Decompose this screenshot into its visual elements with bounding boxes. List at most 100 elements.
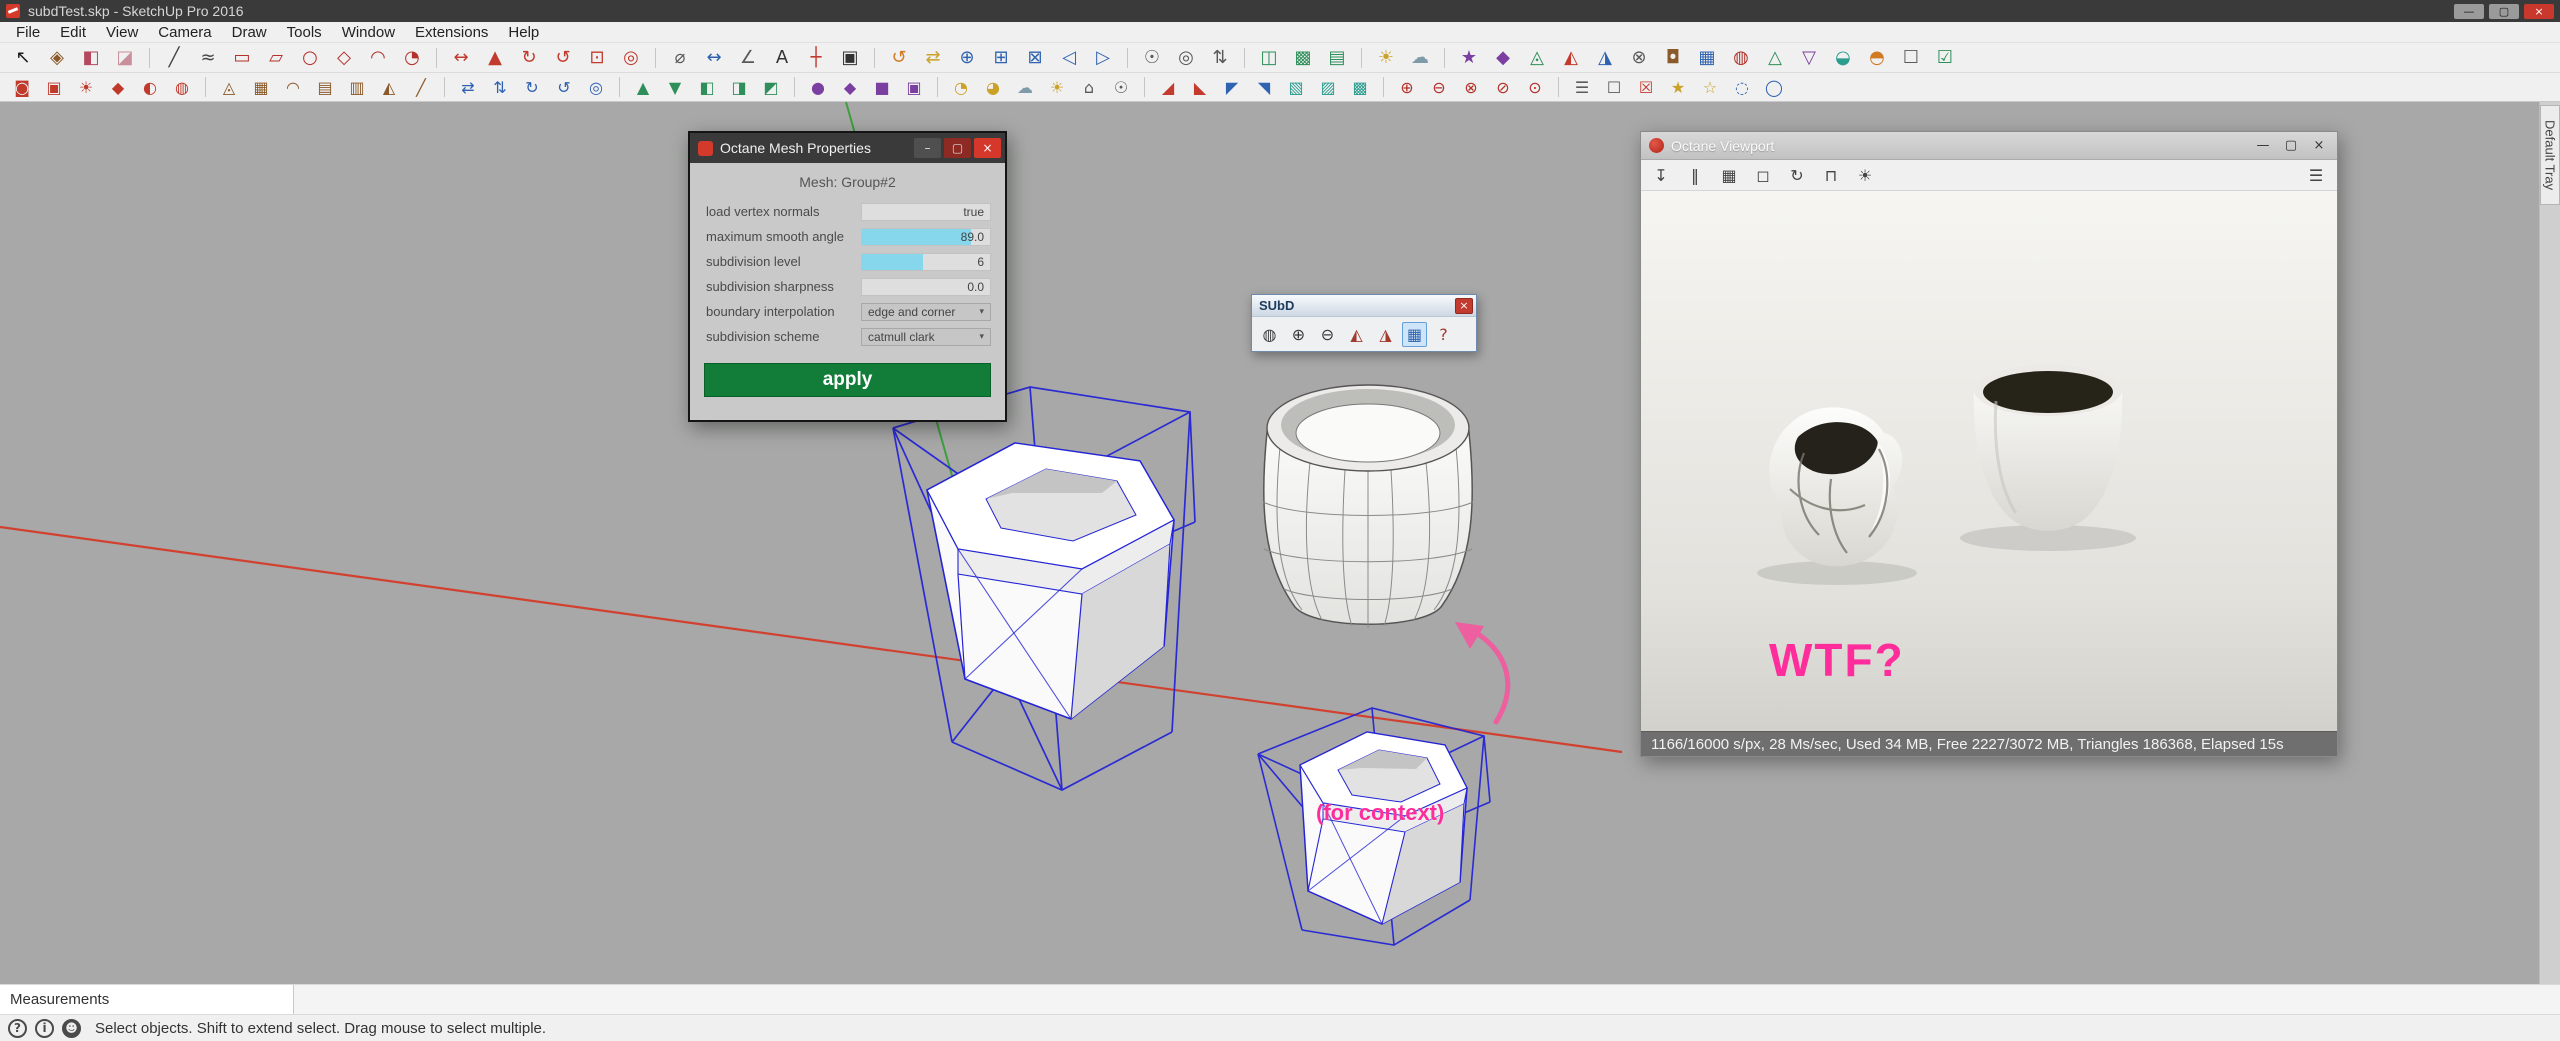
menu-draw[interactable]: Draw	[222, 24, 277, 41]
plugin2-icon-4[interactable]: ↺	[551, 75, 577, 99]
minimize-button[interactable]: —	[2249, 136, 2277, 156]
arc-tool-icon[interactable]: ◠	[364, 46, 392, 70]
menu-view[interactable]: View	[96, 24, 148, 41]
plugin2-icon-28[interactable]: ⊕	[1394, 75, 1420, 99]
plugin2-icon-27[interactable]: ▩	[1347, 75, 1373, 99]
menu-edit[interactable]: Edit	[50, 24, 96, 41]
plugin2-icon-16[interactable]: ◕	[980, 75, 1006, 99]
dimension-tool-icon[interactable]: ↔	[700, 46, 728, 70]
menu-file[interactable]: File	[6, 24, 50, 41]
crease-tool-icon[interactable]: ◭	[1344, 322, 1369, 347]
plugin2-icon-26[interactable]: ▨	[1315, 75, 1341, 99]
plugin-icon-6[interactable]: ⊗	[1625, 46, 1653, 70]
plugin2-icon-5[interactable]: ◎	[583, 75, 609, 99]
maximize-button[interactable]: ▢	[2489, 3, 2519, 19]
follow-me-tool-icon[interactable]: ↺	[549, 46, 577, 70]
region-render-icon[interactable]: ◻	[1751, 163, 1775, 187]
plugin2-icon-17[interactable]: ☁	[1012, 75, 1038, 99]
pause-render-icon[interactable]: ‖	[1683, 163, 1707, 187]
plugin2-icon-13[interactable]: ■	[869, 75, 895, 99]
plugin2-icon-29[interactable]: ⊖	[1426, 75, 1452, 99]
default-tray-tab[interactable]: Default Tray	[2540, 105, 2560, 205]
apply-button[interactable]: apply	[704, 363, 991, 397]
octane-light-icon[interactable]: ◍	[169, 75, 195, 99]
protractor-icon[interactable]: ∠	[734, 46, 762, 70]
rectangle-tool-icon[interactable]: ▭	[228, 46, 256, 70]
previous-view-icon[interactable]: ◁	[1055, 46, 1083, 70]
help-icon[interactable]: ?	[8, 1018, 27, 1038]
minimize-button[interactable]: –	[914, 138, 941, 158]
plugin2-icon-10[interactable]: ◩	[758, 75, 784, 99]
scale-tool-icon[interactable]: ⊡	[583, 46, 611, 70]
section-cuts-icon[interactable]: ▤	[1323, 46, 1351, 70]
octane-material-icon[interactable]: ◆	[105, 75, 131, 99]
minimize-button[interactable]: —	[2454, 3, 2484, 19]
user-icon[interactable]: ☻	[62, 1018, 81, 1038]
move-tool-icon[interactable]: ↔	[447, 46, 475, 70]
subsampling-icon[interactable]: ▦	[1717, 163, 1741, 187]
plugin2-icon-1[interactable]: ⇄	[455, 75, 481, 99]
rotated-rectangle-tool-icon[interactable]: ▱	[262, 46, 290, 70]
menu-extensions[interactable]: Extensions	[405, 24, 498, 41]
stamp-tool-icon[interactable]: ▤	[312, 75, 338, 99]
octane-viewport-icon[interactable]: ▣	[41, 75, 67, 99]
property-control[interactable]: edge and corner ▾	[861, 302, 991, 321]
polygon-tool-icon[interactable]: ◇	[330, 46, 358, 70]
rotate-tool-icon[interactable]: ↻	[515, 46, 543, 70]
plugin2-icon-21[interactable]: ◢	[1155, 75, 1181, 99]
plugin2-icon-7[interactable]: ▼	[662, 75, 688, 99]
plugin2-icon-2[interactable]: ⇅	[487, 75, 513, 99]
menu-camera[interactable]: Camera	[148, 24, 221, 41]
close-button[interactable]: ×	[1455, 297, 1473, 314]
toggle-wireframe-icon[interactable]: ▦	[1402, 321, 1427, 347]
plugin2-icon-20[interactable]: ☉	[1108, 75, 1134, 99]
plugin2-icon-34[interactable]: ☐	[1601, 75, 1627, 99]
plugin-icon-11[interactable]: ▽	[1795, 46, 1823, 70]
plugin-icon-4[interactable]: ◭	[1557, 46, 1585, 70]
plugin2-icon-11[interactable]: ●	[805, 75, 831, 99]
plugin2-icon-3[interactable]: ↻	[519, 75, 545, 99]
close-button[interactable]: ×	[2524, 3, 2554, 19]
close-button[interactable]: ×	[974, 138, 1001, 158]
fog-icon[interactable]: ☁	[1406, 46, 1434, 70]
add-detail-icon[interactable]: ◭	[376, 75, 402, 99]
select-tool-icon[interactable]: ↖	[9, 46, 37, 70]
plugin-icon-9[interactable]: ◍	[1727, 46, 1755, 70]
next-view-icon[interactable]: ▷	[1089, 46, 1117, 70]
flip-edge-icon[interactable]: ╱	[408, 75, 434, 99]
analyze-mesh-icon[interactable]: ◮	[1373, 322, 1398, 347]
property-control[interactable]: 0.0	[861, 277, 991, 296]
plugin2-icon-8[interactable]: ◧	[694, 75, 720, 99]
menu-icon[interactable]: ☰	[2303, 166, 2329, 185]
plugin2-icon-39[interactable]: ◯	[1761, 75, 1787, 99]
menu-help[interactable]: Help	[498, 24, 549, 41]
smoove-tool-icon[interactable]: ◠	[280, 75, 306, 99]
viewport-titlebar[interactable]: Octane Viewport — ▢ ×	[1641, 132, 2337, 160]
menu-tools[interactable]: Tools	[277, 24, 332, 41]
render-view[interactable]: WTF?	[1641, 191, 2337, 731]
save-render-icon[interactable]: ↧	[1649, 163, 1673, 187]
shadows-icon[interactable]: ☀	[1372, 46, 1400, 70]
toggle-subdivision-icon[interactable]: ◍	[1257, 322, 1282, 347]
section-plane-icon[interactable]: ◫	[1255, 46, 1283, 70]
sandbox-from-scratch-icon[interactable]: ▦	[248, 75, 274, 99]
close-button[interactable]: ×	[2305, 136, 2333, 156]
plugin-icon-10[interactable]: △	[1761, 46, 1789, 70]
dialog-titlebar[interactable]: Octane Mesh Properties – ▢ ×	[690, 133, 1005, 163]
pie-tool-icon[interactable]: ◔	[398, 46, 426, 70]
plugin-icon-15[interactable]: ☑	[1931, 46, 1959, 70]
plugin2-icon-31[interactable]: ⊘	[1490, 75, 1516, 99]
kernel-settings-icon[interactable]: ☀	[1853, 163, 1877, 187]
pan-tool-icon[interactable]: ⇄	[919, 46, 947, 70]
plugin2-icon-33[interactable]: ☰	[1569, 75, 1595, 99]
menu-window[interactable]: Window	[332, 24, 405, 41]
zoom-tool-icon[interactable]: ⊕	[953, 46, 981, 70]
plugin-icon-5[interactable]: ◮	[1591, 46, 1619, 70]
measurements-value-box[interactable]	[294, 985, 2560, 1014]
plugin-icon-1[interactable]: ★	[1455, 46, 1483, 70]
plugin2-icon-25[interactable]: ▧	[1283, 75, 1309, 99]
paint-bucket-icon[interactable]: ◧	[77, 46, 105, 70]
increase-subdivision-icon[interactable]: ⊕	[1286, 322, 1311, 347]
axes-tool-icon[interactable]: ┼	[802, 46, 830, 70]
subd-help-icon[interactable]: ?	[1431, 322, 1456, 347]
